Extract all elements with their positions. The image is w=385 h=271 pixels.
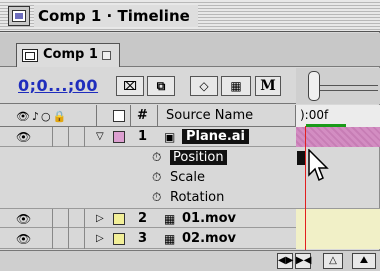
cell-divider <box>52 229 53 249</box>
label-column-icon[interactable] <box>113 110 125 122</box>
stopwatch-icon[interactable]: ⏱ <box>152 150 161 165</box>
layer-row[interactable]: 👁 ▽ 1 ▣ Plane.ai <box>0 127 380 147</box>
layer-duration-bar[interactable] <box>296 229 380 249</box>
twirl-right-icon[interactable]: ▷ <box>96 233 104 244</box>
property-row[interactable]: ⏱ Rotation <box>0 188 380 208</box>
tab-label: Comp 1 <box>43 47 98 62</box>
movie-icon: ▦ <box>164 212 176 226</box>
zoom-out-time-button[interactable]: ◀▶ <box>277 253 293 269</box>
layer-label-color[interactable] <box>113 213 125 225</box>
tab-row: Comp 1 <box>0 33 380 67</box>
layer-duration-bar[interactable] <box>296 209 380 229</box>
cell-divider <box>68 209 69 229</box>
stopwatch-icon[interactable]: ⏱ <box>152 190 161 205</box>
title-bar[interactable]: Comp 1 · Timeline <box>0 0 380 32</box>
time-ruler-start: ):00f <box>300 108 329 122</box>
zoom-slider-small-icon[interactable]: △ <box>323 253 343 269</box>
property-name[interactable]: Position <box>170 150 227 165</box>
layer-name[interactable]: 01.mov <box>182 211 236 226</box>
navigator-start-handle[interactable] <box>308 71 320 101</box>
comp-button-3[interactable]: ◇ <box>190 76 218 96</box>
source-name-column[interactable]: Source Name <box>166 108 253 123</box>
column-divider <box>157 105 158 127</box>
timeline-footer: ◀▶ ▶◀ △ ⛰ <box>0 250 380 271</box>
tab-comp-1[interactable]: Comp 1 <box>16 43 120 67</box>
time-ruler[interactable]: ):00f <box>296 105 380 127</box>
ai-file-icon: ▣ <box>164 130 176 144</box>
cell-divider <box>68 127 69 147</box>
twirl-right-icon[interactable]: ▷ <box>96 213 104 224</box>
cell-divider <box>84 127 85 147</box>
layer-number: 2 <box>138 211 148 226</box>
twirl-down-icon[interactable]: ▽ <box>96 131 104 142</box>
cell-divider <box>84 209 85 229</box>
marker-button[interactable]: M <box>255 76 281 96</box>
cell-divider <box>84 229 85 249</box>
cell-divider <box>52 209 53 229</box>
column-header: 👁♪○🔒 # Source Name ):00f <box>0 105 380 127</box>
layer-number-column[interactable]: # <box>137 108 148 123</box>
column-divider <box>130 105 131 127</box>
layer-row[interactable]: 👁 ▷ 3 ▦ 02.mov <box>0 229 380 249</box>
property-name[interactable]: Scale <box>170 170 205 185</box>
layer-number: 1 <box>138 129 148 144</box>
eye-icon[interactable]: 👁 <box>16 130 31 144</box>
cell-divider <box>68 229 69 249</box>
zoom-in-time-button[interactable]: ▶◀ <box>295 253 311 269</box>
comp-button-2[interactable]: ⧉ <box>147 76 175 96</box>
layer-duration-bar[interactable] <box>296 127 380 147</box>
comp-button-4[interactable]: ▦ <box>221 76 251 96</box>
current-time-display[interactable]: 0;0...;00 <box>18 76 98 95</box>
movie-icon: ▦ <box>164 232 176 246</box>
tab-close-icon[interactable] <box>102 51 111 60</box>
navigator-line <box>316 85 378 86</box>
eye-icon[interactable]: 👁 <box>16 212 31 226</box>
time-navigator[interactable] <box>296 68 380 104</box>
timeline-window: Comp 1 · Timeline Comp 1 0;0...;00 ⌧ ⧉ ◇… <box>0 0 380 271</box>
window-title: Comp 1 · Timeline <box>34 5 198 27</box>
layer-number: 3 <box>138 231 148 246</box>
layer-label-color[interactable] <box>113 233 125 245</box>
zoom-slider-large-icon[interactable]: ⛰ <box>352 253 376 269</box>
property-name[interactable]: Rotation <box>170 190 224 205</box>
layer-name[interactable]: Plane.ai <box>182 129 249 144</box>
column-divider <box>96 105 97 127</box>
comp-button-1[interactable]: ⌧ <box>116 76 144 96</box>
cell-divider <box>52 127 53 147</box>
layer-name[interactable]: 02.mov <box>182 231 236 246</box>
layer-label-color[interactable] <box>113 131 125 143</box>
composition-tab-icon <box>22 49 38 62</box>
eye-icon[interactable]: 👁 <box>16 232 31 246</box>
stopwatch-icon[interactable]: ⏱ <box>152 170 161 185</box>
current-time-indicator[interactable] <box>305 126 306 250</box>
av-switch-icons: 👁♪○🔒 <box>16 110 69 123</box>
composition-icon <box>8 6 30 26</box>
layer-row[interactable]: 👁 ▷ 2 ▦ 01.mov <box>0 208 380 229</box>
mouse-pointer-icon <box>308 149 329 182</box>
navigator-line-2 <box>316 90 378 91</box>
